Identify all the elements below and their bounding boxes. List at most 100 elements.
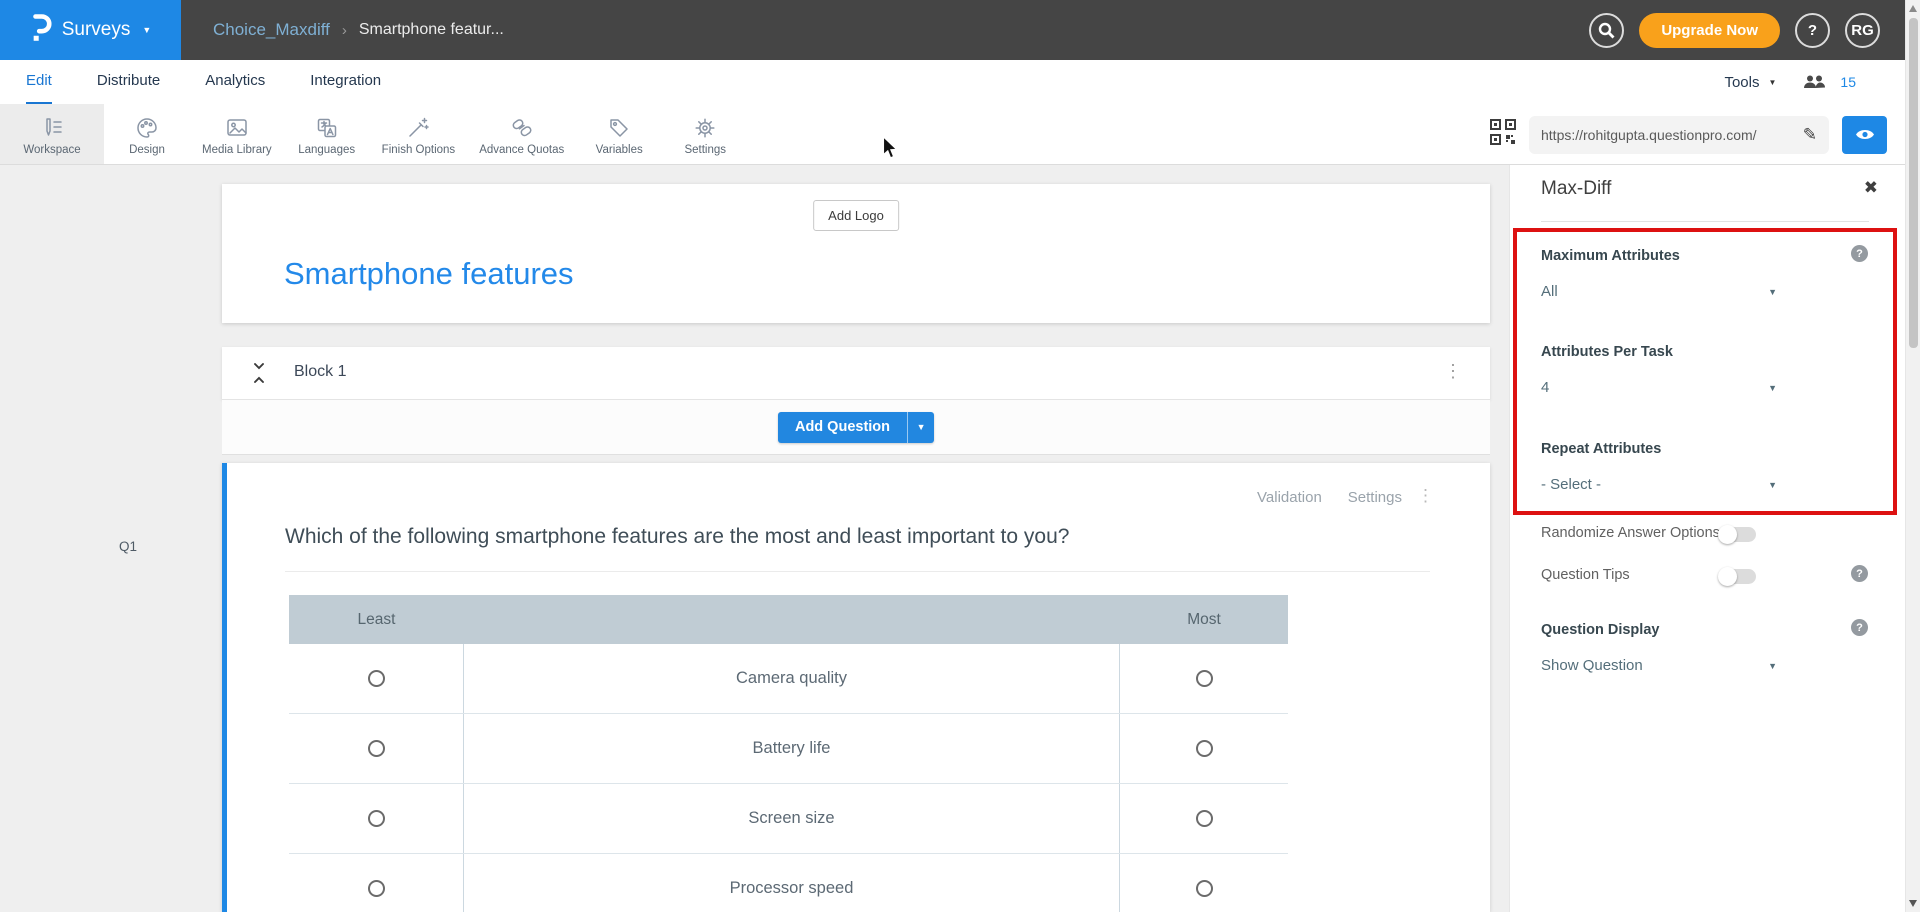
tools-menu[interactable]: Tools bbox=[1724, 74, 1759, 91]
panel-title: Max-Diff bbox=[1541, 178, 1611, 200]
tab-analytics[interactable]: Analytics bbox=[205, 60, 265, 104]
workspace-icon bbox=[40, 113, 64, 140]
attribute-label: Battery life bbox=[464, 714, 1120, 783]
maxdiff-table-header: Least Most bbox=[289, 595, 1288, 644]
least-radio[interactable] bbox=[368, 810, 385, 827]
maxdiff-settings-panel: Max-Diff ✖ Maximum Attributes ? All ▼ At… bbox=[1509, 165, 1908, 912]
toolbar-item-design[interactable]: Design bbox=[104, 104, 190, 164]
breadcrumb-folder-link[interactable]: Choice_Maxdiff bbox=[213, 20, 330, 40]
questionpro-logo-icon bbox=[30, 13, 52, 47]
block-body: Add Question ▼ bbox=[222, 400, 1490, 455]
survey-title[interactable]: Smartphone features bbox=[284, 256, 574, 292]
toolbar-item-media-library[interactable]: Media Library bbox=[190, 104, 284, 164]
help-button[interactable]: ? bbox=[1795, 13, 1830, 48]
avatar[interactable]: RG bbox=[1845, 13, 1880, 48]
top-bar: Surveys ▼ Choice_Maxdiff › Smartphone fe… bbox=[0, 0, 1920, 60]
maxdiff-table: Least Most Camera quality Battery life S… bbox=[289, 595, 1288, 912]
block-title[interactable]: Block 1 bbox=[294, 363, 346, 381]
table-row: Battery life bbox=[289, 714, 1288, 784]
qr-code-icon[interactable] bbox=[1490, 119, 1516, 150]
toolbar-item-variables[interactable]: Variables bbox=[576, 104, 662, 164]
question-text[interactable]: Which of the following smartphone featur… bbox=[285, 525, 1069, 549]
help-icon[interactable]: ? bbox=[1851, 245, 1868, 262]
question-card: Validation Settings ⋮ Which of the follo… bbox=[222, 463, 1490, 912]
scroll-up-arrow-icon[interactable] bbox=[1909, 5, 1917, 12]
block-menu-dots-icon[interactable]: ⋮ bbox=[1444, 361, 1462, 382]
add-question-button[interactable]: Add Question ▼ bbox=[778, 412, 934, 443]
scroll-down-arrow-icon[interactable] bbox=[1909, 900, 1917, 907]
question-display-select[interactable]: Show Question ▼ bbox=[1541, 657, 1777, 674]
chevron-down-icon: ▼ bbox=[142, 25, 151, 35]
least-radio[interactable] bbox=[368, 880, 385, 897]
help-icon[interactable]: ? bbox=[1851, 619, 1868, 636]
close-icon[interactable]: ✖ bbox=[1864, 178, 1878, 198]
question-display-label: Question Display bbox=[1541, 622, 1659, 638]
image-icon bbox=[225, 113, 249, 140]
section-nav: Edit Distribute Analytics Integration To… bbox=[0, 60, 1920, 104]
toolbar-item-settings[interactable]: Settings bbox=[662, 104, 748, 164]
tab-edit[interactable]: Edit bbox=[26, 60, 52, 104]
chevron-down-icon: ▼ bbox=[1768, 480, 1777, 490]
attributes-per-task-select[interactable]: 4 ▼ bbox=[1541, 379, 1777, 396]
toolbar-item-workspace[interactable]: Workspace bbox=[0, 104, 104, 164]
question-tips-toggle[interactable] bbox=[1719, 569, 1756, 584]
divider bbox=[285, 571, 1430, 572]
block-header: Block 1 ⋮ bbox=[222, 347, 1490, 400]
most-radio[interactable] bbox=[1196, 880, 1213, 897]
attributes-per-task-label: Attributes Per Task bbox=[1541, 344, 1673, 360]
eye-icon bbox=[1855, 127, 1875, 142]
upgrade-now-button[interactable]: Upgrade Now bbox=[1639, 13, 1780, 48]
survey-url-text: https://rohitgupta.questionpro.com/ bbox=[1541, 127, 1803, 143]
maximum-attributes-select[interactable]: All ▼ bbox=[1541, 283, 1777, 300]
toolbar-item-advance-quotas[interactable]: Advance Quotas bbox=[467, 104, 576, 164]
page-scrollbar[interactable] bbox=[1905, 0, 1920, 912]
question-settings-link[interactable]: Settings bbox=[1348, 489, 1402, 506]
collaborators-count[interactable]: 15 bbox=[1840, 74, 1856, 90]
most-radio[interactable] bbox=[1196, 740, 1213, 757]
red-annotation-box bbox=[1513, 228, 1897, 515]
table-row: Screen size bbox=[289, 784, 1288, 854]
attribute-label: Processor speed bbox=[464, 854, 1120, 912]
add-question-caret-icon[interactable]: ▼ bbox=[907, 412, 934, 443]
repeat-attributes-select[interactable]: - Select - ▼ bbox=[1541, 476, 1777, 493]
maximum-attributes-label: Maximum Attributes bbox=[1541, 248, 1680, 264]
breadcrumb-separator: › bbox=[342, 22, 347, 39]
chevron-down-icon: ▼ bbox=[1769, 78, 1777, 87]
scrollbar-thumb[interactable] bbox=[1909, 18, 1918, 348]
collaborators-icon[interactable] bbox=[1803, 73, 1827, 91]
topbar-actions: Upgrade Now ? RG bbox=[1589, 0, 1920, 60]
question-code-label: Q1 bbox=[119, 539, 137, 554]
least-header: Least bbox=[289, 595, 464, 644]
preview-survey-button[interactable] bbox=[1842, 116, 1887, 154]
chevron-down-icon: ▼ bbox=[1768, 383, 1777, 393]
tab-distribute[interactable]: Distribute bbox=[97, 60, 160, 104]
question-menu-dots-icon[interactable]: ⋮ bbox=[1417, 486, 1434, 506]
least-radio[interactable] bbox=[368, 740, 385, 757]
tag-icon bbox=[607, 113, 631, 140]
magic-wand-icon bbox=[406, 113, 430, 140]
add-logo-button[interactable]: Add Logo bbox=[813, 200, 899, 231]
most-radio[interactable] bbox=[1196, 670, 1213, 687]
divider bbox=[1541, 221, 1869, 222]
survey-header-card: Add Logo Smartphone features bbox=[222, 184, 1490, 323]
edit-url-pencil-icon[interactable]: ✎ bbox=[1803, 125, 1817, 145]
toolbar-item-languages[interactable]: Languages bbox=[284, 104, 370, 164]
search-icon bbox=[1598, 22, 1615, 39]
validation-link[interactable]: Validation bbox=[1257, 489, 1322, 506]
tab-integration[interactable]: Integration bbox=[310, 60, 381, 104]
breadcrumb: Choice_Maxdiff › Smartphone featur... bbox=[181, 0, 1589, 60]
breadcrumb-current-survey: Smartphone featur... bbox=[359, 21, 504, 39]
surveys-app-menu[interactable]: Surveys ▼ bbox=[0, 0, 181, 60]
least-radio[interactable] bbox=[368, 670, 385, 687]
search-button[interactable] bbox=[1589, 13, 1624, 48]
survey-url-field[interactable]: https://rohitgupta.questionpro.com/ ✎ bbox=[1529, 116, 1829, 154]
randomize-answer-options-toggle[interactable] bbox=[1719, 527, 1756, 542]
app-menu-label: Surveys bbox=[62, 19, 131, 41]
most-radio[interactable] bbox=[1196, 810, 1213, 827]
collapse-block-icon[interactable] bbox=[252, 360, 266, 391]
design-palette-icon bbox=[135, 113, 159, 140]
toolbar-item-finish-options[interactable]: Finish Options bbox=[370, 104, 468, 164]
help-icon[interactable]: ? bbox=[1851, 565, 1868, 582]
chevron-down-icon: ▼ bbox=[1768, 287, 1777, 297]
question-tips-label: Question Tips bbox=[1541, 567, 1630, 583]
